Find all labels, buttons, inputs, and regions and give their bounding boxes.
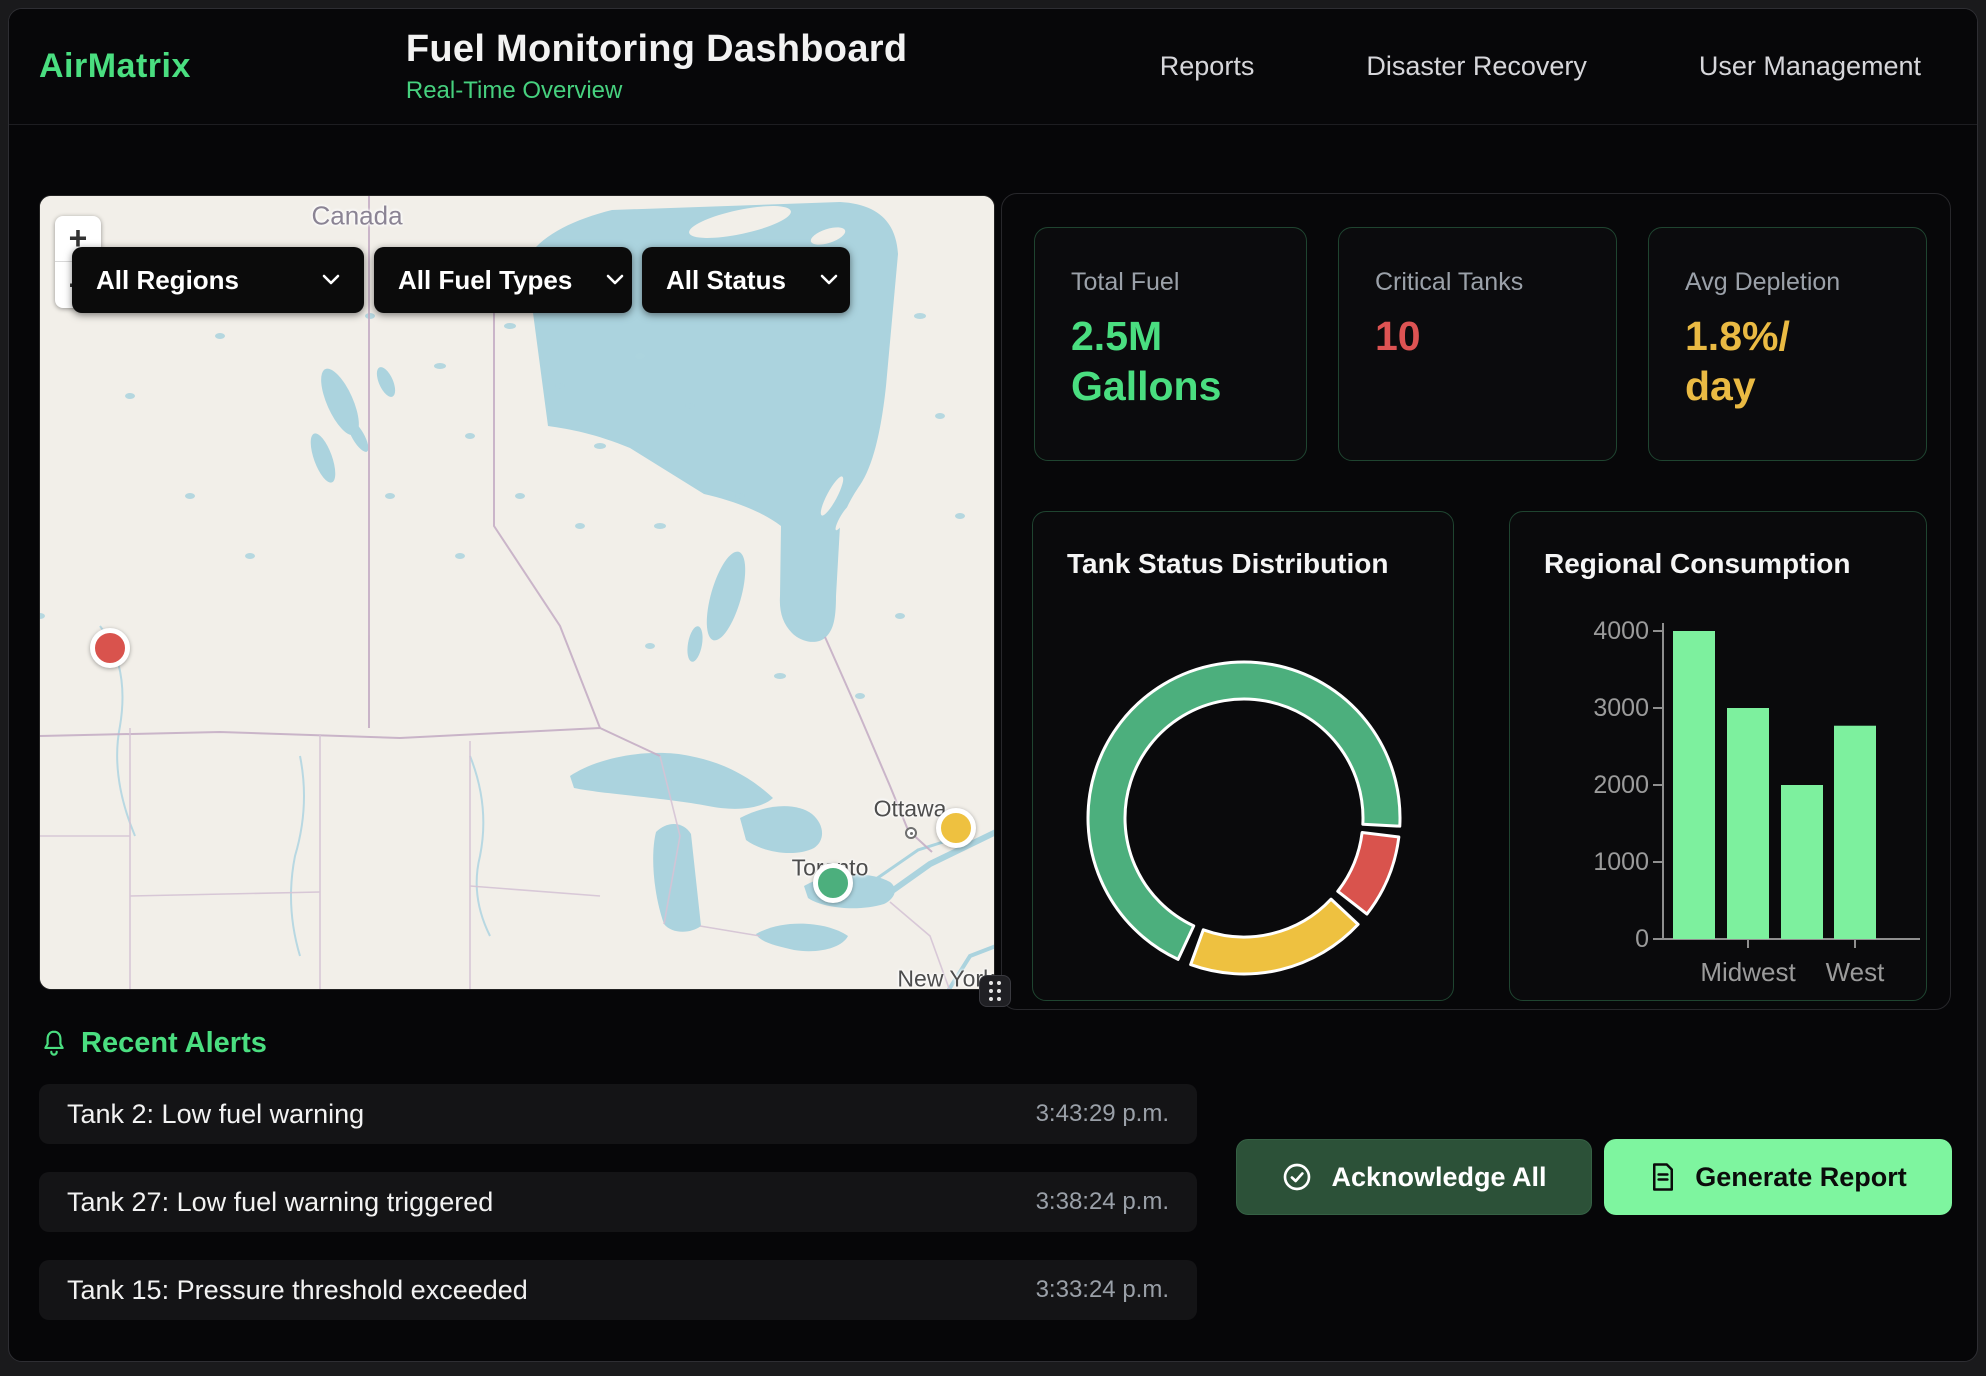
svg-text:West: West <box>1826 957 1886 987</box>
svg-text:3000: 3000 <box>1593 694 1649 722</box>
stat-label: Total Fuel <box>1071 268 1270 297</box>
status-filter-select[interactable]: All Status <box>642 247 850 313</box>
nav-item-disaster-recovery[interactable]: Disaster Recovery <box>1366 51 1587 82</box>
alert-text: Tank 2: Low fuel warning <box>67 1099 364 1130</box>
tank-marker[interactable] <box>936 808 976 848</box>
tank-marker[interactable] <box>813 863 853 903</box>
acknowledge-all-label: Acknowledge All <box>1331 1162 1546 1193</box>
alert-row[interactable]: Tank 2: Low fuel warning 3:43:29 p.m. <box>39 1084 1197 1144</box>
alert-row[interactable]: Tank 15: Pressure threshold exceeded 3:3… <box>39 1260 1197 1320</box>
tank-marker[interactable] <box>90 628 130 668</box>
page-subtitle: Real-Time Overview <box>406 77 907 105</box>
fuel-type-filter-value: All Fuel Types <box>398 265 572 296</box>
chevron-down-icon <box>322 274 340 286</box>
title-block: Fuel Monitoring Dashboard Real-Time Over… <box>406 28 907 105</box>
status-filter-value: All Status <box>666 265 786 296</box>
stat-label: Critical Tanks <box>1375 268 1580 297</box>
alert-row[interactable]: Tank 27: Low fuel warning triggered 3:38… <box>39 1172 1197 1232</box>
stat-value: 2.5M Gallons <box>1071 311 1270 411</box>
generate-report-button[interactable]: Generate Report <box>1604 1139 1952 1215</box>
acknowledge-all-button[interactable]: Acknowledge All <box>1236 1139 1592 1215</box>
region-filter-value: All Regions <box>96 265 239 296</box>
stat-label: Avg Depletion <box>1685 268 1890 297</box>
nav-item-user-management[interactable]: User Management <box>1699 51 1921 82</box>
svg-text:2000: 2000 <box>1593 771 1649 799</box>
svg-text:0: 0 <box>1635 925 1649 953</box>
map-label-ottawa: Ottawa <box>874 796 947 823</box>
svg-text:Midwest: Midwest <box>1700 957 1796 987</box>
ottawa-city-dot <box>905 827 917 839</box>
chevron-down-icon <box>606 274 624 286</box>
dashboard-container: AirMatrix Fuel Monitoring Dashboard Real… <box>8 8 1978 1362</box>
alert-time: 3:38:24 p.m. <box>1036 1188 1169 1216</box>
stat-value: 1.8%/ day <box>1685 311 1890 411</box>
tank-status-chart-card: Tank Status Distribution <box>1032 511 1454 1001</box>
map-canvas[interactable]: Canada Ottawa Toronto New York + − All R… <box>39 195 995 990</box>
generate-report-label: Generate Report <box>1695 1162 1907 1193</box>
stat-card-critical-tanks: Critical Tanks 10 <box>1338 227 1617 461</box>
stat-card-total-fuel: Total Fuel 2.5M Gallons <box>1034 227 1307 461</box>
header: AirMatrix Fuel Monitoring Dashboard Real… <box>9 9 1977 125</box>
alert-text: Tank 15: Pressure threshold exceeded <box>67 1275 528 1306</box>
svg-text:4000: 4000 <box>1593 617 1649 645</box>
report-document-icon <box>1649 1162 1677 1192</box>
region-filter-select[interactable]: All Regions <box>72 247 364 313</box>
map-card: Canada Ottawa Toronto New York + − All R… <box>39 195 995 990</box>
metrics-panel: Total Fuel 2.5M Gallons Critical Tanks 1… <box>1001 193 1951 1010</box>
recent-alerts-title: Recent Alerts <box>81 1027 267 1060</box>
alert-text: Tank 27: Low fuel warning triggered <box>67 1187 493 1218</box>
recent-alerts-header: Recent Alerts <box>39 1027 267 1060</box>
bell-icon <box>39 1028 69 1060</box>
check-circle-icon <box>1281 1161 1313 1193</box>
alert-time: 3:33:24 p.m. <box>1036 1276 1169 1304</box>
alert-time: 3:43:29 p.m. <box>1036 1100 1169 1128</box>
stat-card-avg-depletion: Avg Depletion 1.8%/ day <box>1648 227 1927 461</box>
map-label-canada: Canada <box>311 201 402 232</box>
fuel-type-filter-select[interactable]: All Fuel Types <box>374 247 632 313</box>
regional-consumption-bar-chart: 0 1000 2000 3000 4000 Midwest West <box>1510 512 1927 1001</box>
nav-item-reports[interactable]: Reports <box>1160 51 1255 82</box>
map-filters: All Regions All Fuel Types All Status <box>72 247 850 313</box>
regional-consumption-chart-card: Regional Consumption 01000200030004000Mi… <box>1509 511 1927 1001</box>
stat-value: 10 <box>1375 311 1580 361</box>
page-title: Fuel Monitoring Dashboard <box>406 28 907 71</box>
main-nav: Reports Disaster Recovery User Managemen… <box>1160 51 1977 82</box>
brand-logo: AirMatrix <box>39 47 191 86</box>
tank-status-donut-chart <box>1074 648 1414 988</box>
chart-title: Tank Status Distribution <box>1067 548 1389 580</box>
chevron-down-icon <box>820 274 838 286</box>
map-resize-handle[interactable] <box>979 975 1011 1007</box>
svg-text:1000: 1000 <box>1593 848 1649 876</box>
